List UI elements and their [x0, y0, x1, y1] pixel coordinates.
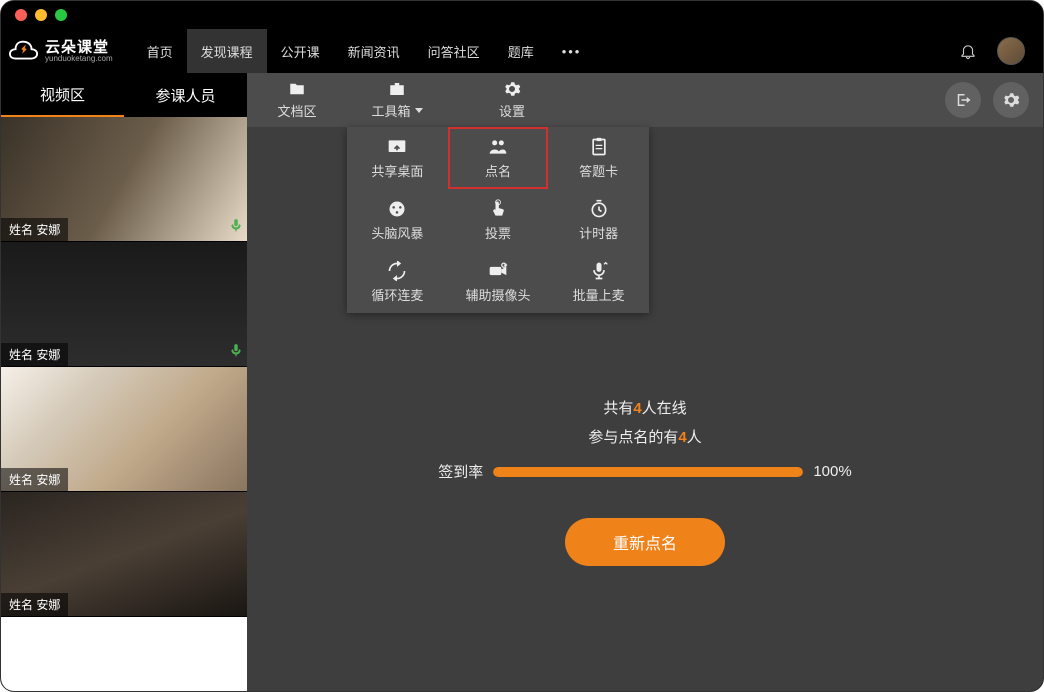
clipboard-icon — [588, 137, 610, 157]
toolbox-dropdown: 共享桌面 点名 答题卡 头脑风暴 投票 — [347, 127, 649, 313]
dd-share-screen[interactable]: 共享桌面 — [347, 127, 448, 189]
rate-pct: 100% — [813, 463, 851, 480]
gear-button[interactable] — [993, 82, 1029, 118]
people-icon — [487, 137, 509, 157]
dd-answer-card[interactable]: 答题卡 — [548, 127, 649, 189]
mic-icon — [229, 218, 243, 237]
gear-icon — [1002, 91, 1020, 109]
exit-button[interactable] — [945, 82, 981, 118]
dd-brainstorm[interactable]: 头脑风暴 — [347, 189, 448, 251]
docs-label: 文档区 — [277, 101, 316, 120]
film-icon — [386, 199, 408, 219]
progress-fill — [493, 467, 803, 477]
settings-button[interactable]: 设置 — [447, 73, 577, 127]
nav-news[interactable]: 新闻资讯 — [334, 29, 414, 73]
nav-more[interactable]: ••• — [548, 44, 596, 59]
nav-qa[interactable]: 问答社区 — [414, 29, 494, 73]
screen-share-icon — [386, 137, 408, 157]
touch-icon — [487, 199, 509, 219]
dd-vote[interactable]: 投票 — [448, 189, 549, 251]
online-count: 共有4人在线 — [603, 397, 686, 418]
cloud-icon — [9, 39, 39, 63]
maximize-window[interactable] — [55, 9, 67, 21]
dd-loop-mic[interactable]: 循环连麦 — [347, 251, 448, 313]
video-tile[interactable]: 姓名 安娜 — [1, 117, 247, 242]
video-tile[interactable]: 姓名 安娜 — [1, 492, 247, 617]
participant-name: 姓名 安娜 — [1, 343, 68, 366]
settings-label: 设置 — [499, 101, 525, 120]
loop-icon — [386, 261, 408, 281]
dd-timer[interactable]: 计时器 — [548, 189, 649, 251]
docs-button[interactable]: 文档区 — [247, 73, 347, 127]
camera-icon — [487, 261, 509, 281]
close-window[interactable] — [15, 9, 27, 21]
nav-home[interactable]: 首页 — [133, 29, 187, 73]
nav-discover[interactable]: 发现课程 — [187, 29, 267, 73]
brand-logo[interactable]: 云朵课堂 yunduoketang.com — [9, 39, 113, 63]
roll-call-stats: 共有4人在线 参与点名的有4人 签到率 100% 重新点名 — [247, 397, 1043, 566]
nav-items: 首页 发现课程 公开课 新闻资讯 问答社区 题库 ••• — [133, 29, 596, 73]
main-panel: 文档区 工具箱 设置 — [247, 73, 1043, 691]
mic-up-icon — [588, 261, 610, 281]
toolbar: 文档区 工具箱 设置 — [247, 73, 1043, 127]
minimize-window[interactable] — [35, 9, 47, 21]
progress-bar — [493, 467, 803, 477]
tab-attendees[interactable]: 参课人员 — [124, 73, 247, 117]
participant-name: 姓名 安娜 — [1, 218, 68, 241]
brand-sub: yunduoketang.com — [45, 55, 113, 63]
dd-aux-camera[interactable]: 辅助摄像头 — [448, 251, 549, 313]
participated-count: 参与点名的有4人 — [588, 426, 701, 447]
dd-roll-call[interactable]: 点名 — [448, 127, 549, 189]
brand-name: 云朵课堂 — [45, 40, 113, 55]
gear-icon — [501, 80, 523, 98]
video-list: 姓名 安娜 姓名 安娜 姓名 安娜 姓名 安娜 — [1, 117, 247, 691]
participant-name: 姓名 安娜 — [1, 593, 68, 616]
left-panel: 视频区 参课人员 姓名 安娜 姓名 安娜 姓名 安娜 姓名 安娜 — [1, 73, 247, 691]
mic-icon — [229, 343, 243, 362]
avatar[interactable] — [997, 37, 1025, 65]
briefcase-icon — [386, 80, 408, 98]
rate-label: 签到率 — [438, 461, 483, 482]
nav-bank[interactable]: 题库 — [494, 29, 548, 73]
folder-icon — [286, 80, 308, 98]
nav-open-class[interactable]: 公开课 — [267, 29, 334, 73]
top-nav: 云朵课堂 yunduoketang.com 首页 发现课程 公开课 新闻资讯 问… — [1, 29, 1043, 73]
bell-icon[interactable] — [959, 42, 977, 60]
clock-icon — [588, 199, 610, 219]
toolbox-button[interactable]: 工具箱 — [347, 73, 447, 127]
dd-batch-mic[interactable]: 批量上麦 — [548, 251, 649, 313]
tab-video-area[interactable]: 视频区 — [1, 73, 124, 117]
participant-name: 姓名 安娜 — [1, 468, 68, 491]
video-tile[interactable]: 姓名 安娜 — [1, 367, 247, 492]
chevron-down-icon — [415, 108, 423, 113]
toolbox-label: 工具箱 — [371, 101, 410, 120]
signin-rate: 签到率 100% — [438, 461, 851, 482]
video-tile-empty — [1, 617, 247, 691]
redo-rollcall-button[interactable]: 重新点名 — [565, 518, 725, 566]
window-titlebar — [1, 1, 1043, 29]
video-tile[interactable]: 姓名 安娜 — [1, 242, 247, 367]
exit-icon — [954, 91, 972, 109]
